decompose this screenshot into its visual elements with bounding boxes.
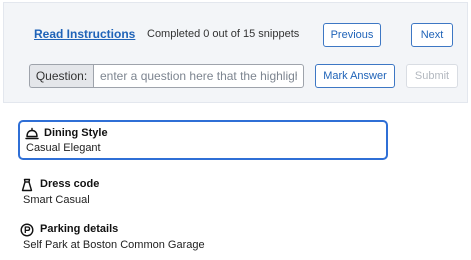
annotation-toolbar-panel: Read Instructions Completed 0 out of 15 …: [3, 2, 468, 103]
detail-value: Casual Elegant: [26, 142, 101, 154]
detail-title: Dining Style: [44, 127, 108, 139]
question-label: Question:: [29, 64, 93, 88]
question-row: Question: Mark Answer Submit: [29, 64, 464, 90]
detail-item-dress-code: Dress code Smart Casual: [18, 178, 388, 208]
detail-title: Parking details: [40, 223, 119, 235]
bell-icon: [25, 127, 39, 141]
parking-icon: [20, 223, 34, 237]
detail-title: Dress code: [40, 178, 100, 190]
next-button[interactable]: Next: [411, 23, 453, 47]
detail-value: Smart Casual: [23, 194, 90, 206]
question-input[interactable]: [93, 64, 304, 88]
mark-answer-button[interactable]: Mark Answer: [315, 64, 395, 88]
toolbar-top-row: Read Instructions Completed 0 out of 15 …: [34, 23, 464, 47]
submit-button[interactable]: Submit: [406, 64, 458, 88]
detail-item-parking: Parking details Self Park at Boston Comm…: [18, 223, 388, 253]
detail-item-dining-style[interactable]: Dining Style Casual Elegant: [18, 120, 388, 160]
progress-text: Completed 0 out of 15 snippets: [147, 28, 300, 40]
detail-value: Self Park at Boston Common Garage: [23, 239, 205, 251]
read-instructions-link[interactable]: Read Instructions: [34, 27, 135, 41]
dress-icon: [20, 178, 34, 192]
previous-button[interactable]: Previous: [323, 23, 381, 47]
